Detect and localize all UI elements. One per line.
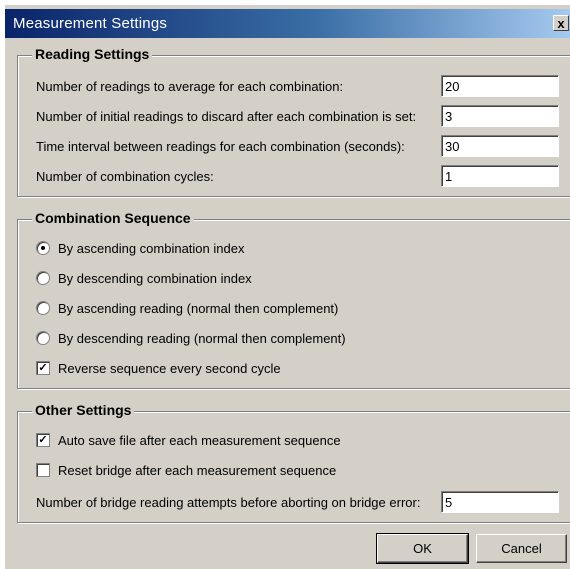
reset-bridge-checkbox[interactable] xyxy=(36,463,50,477)
auto-save-label: Auto save file after each measurement se… xyxy=(58,432,341,448)
other-settings-title: Other Settings xyxy=(32,402,135,418)
radio-descending-reading[interactable]: By descending reading (normal then compl… xyxy=(36,326,559,350)
radio-ascending-index-label: By ascending combination index xyxy=(58,240,245,256)
bridge-attempts-input[interactable] xyxy=(441,491,559,513)
cancel-button[interactable]: Cancel xyxy=(476,534,567,563)
auto-save-checkbox-row[interactable]: ✓ Auto save file after each measurement … xyxy=(36,428,559,452)
other-settings-group: Other Settings ✓ Auto save file after ea… xyxy=(17,402,570,523)
close-icon: x xyxy=(557,15,565,31)
bridge-attempts-row: Number of bridge reading attempts before… xyxy=(36,490,559,514)
radio-button[interactable] xyxy=(36,271,50,285)
window-title: Measurement Settings xyxy=(13,15,168,32)
reverse-sequence-label: Reverse sequence every second cycle xyxy=(58,360,281,376)
reverse-sequence-checkbox[interactable]: ✓ xyxy=(36,361,50,375)
combination-cycles-label: Number of combination cycles: xyxy=(36,168,214,184)
title-bar[interactable]: Measurement Settings x xyxy=(5,9,570,38)
initial-readings-discard-label: Number of initial readings to discard af… xyxy=(36,108,417,124)
auto-save-checkbox[interactable]: ✓ xyxy=(36,433,50,447)
time-interval-input[interactable] xyxy=(441,135,559,157)
initial-readings-discard-row: Number of initial readings to discard af… xyxy=(36,104,559,128)
radio-ascending-index[interactable]: By ascending combination index xyxy=(36,236,559,260)
readings-to-average-row: Number of readings to average for each c… xyxy=(36,74,559,98)
radio-descending-reading-label: By descending reading (normal then compl… xyxy=(58,330,346,346)
radio-button[interactable] xyxy=(36,301,50,315)
radio-ascending-reading[interactable]: By ascending reading (normal then comple… xyxy=(36,296,559,320)
initial-readings-discard-input[interactable] xyxy=(441,105,559,127)
reading-settings-title: Reading Settings xyxy=(32,46,153,62)
ok-button[interactable]: OK xyxy=(376,533,469,564)
time-interval-label: Time interval between readings for each … xyxy=(36,138,405,154)
radio-button[interactable] xyxy=(36,331,50,345)
radio-dot-icon xyxy=(41,246,45,250)
reset-bridge-label: Reset bridge after each measurement sequ… xyxy=(58,462,337,478)
time-interval-row: Time interval between readings for each … xyxy=(36,134,559,158)
checkmark-icon: ✓ xyxy=(38,361,48,374)
checkmark-icon: ✓ xyxy=(38,433,48,446)
reverse-sequence-checkbox-row[interactable]: ✓ Reverse sequence every second cycle xyxy=(36,356,559,380)
reset-bridge-checkbox-row[interactable]: Reset bridge after each measurement sequ… xyxy=(36,458,559,482)
combination-cycles-row: Number of combination cycles: xyxy=(36,164,559,188)
close-button[interactable]: x xyxy=(553,15,569,31)
radio-descending-index-label: By descending combination index xyxy=(58,270,252,286)
radio-descending-index[interactable]: By descending combination index xyxy=(36,266,559,290)
combination-sequence-group: Combination Sequence By ascending combin… xyxy=(17,210,570,389)
combination-sequence-title: Combination Sequence xyxy=(32,210,194,226)
radio-button-selected[interactable] xyxy=(36,241,50,255)
bridge-attempts-label: Number of bridge reading attempts before… xyxy=(36,494,421,510)
readings-to-average-label: Number of readings to average for each c… xyxy=(36,78,344,94)
readings-to-average-input[interactable] xyxy=(441,75,559,97)
measurement-settings-dialog: Measurement Settings x Reading Settings … xyxy=(4,4,570,569)
combination-cycles-input[interactable] xyxy=(441,165,559,187)
reading-settings-group: Reading Settings Number of readings to a… xyxy=(17,46,570,197)
radio-ascending-reading-label: By ascending reading (normal then comple… xyxy=(58,300,339,316)
